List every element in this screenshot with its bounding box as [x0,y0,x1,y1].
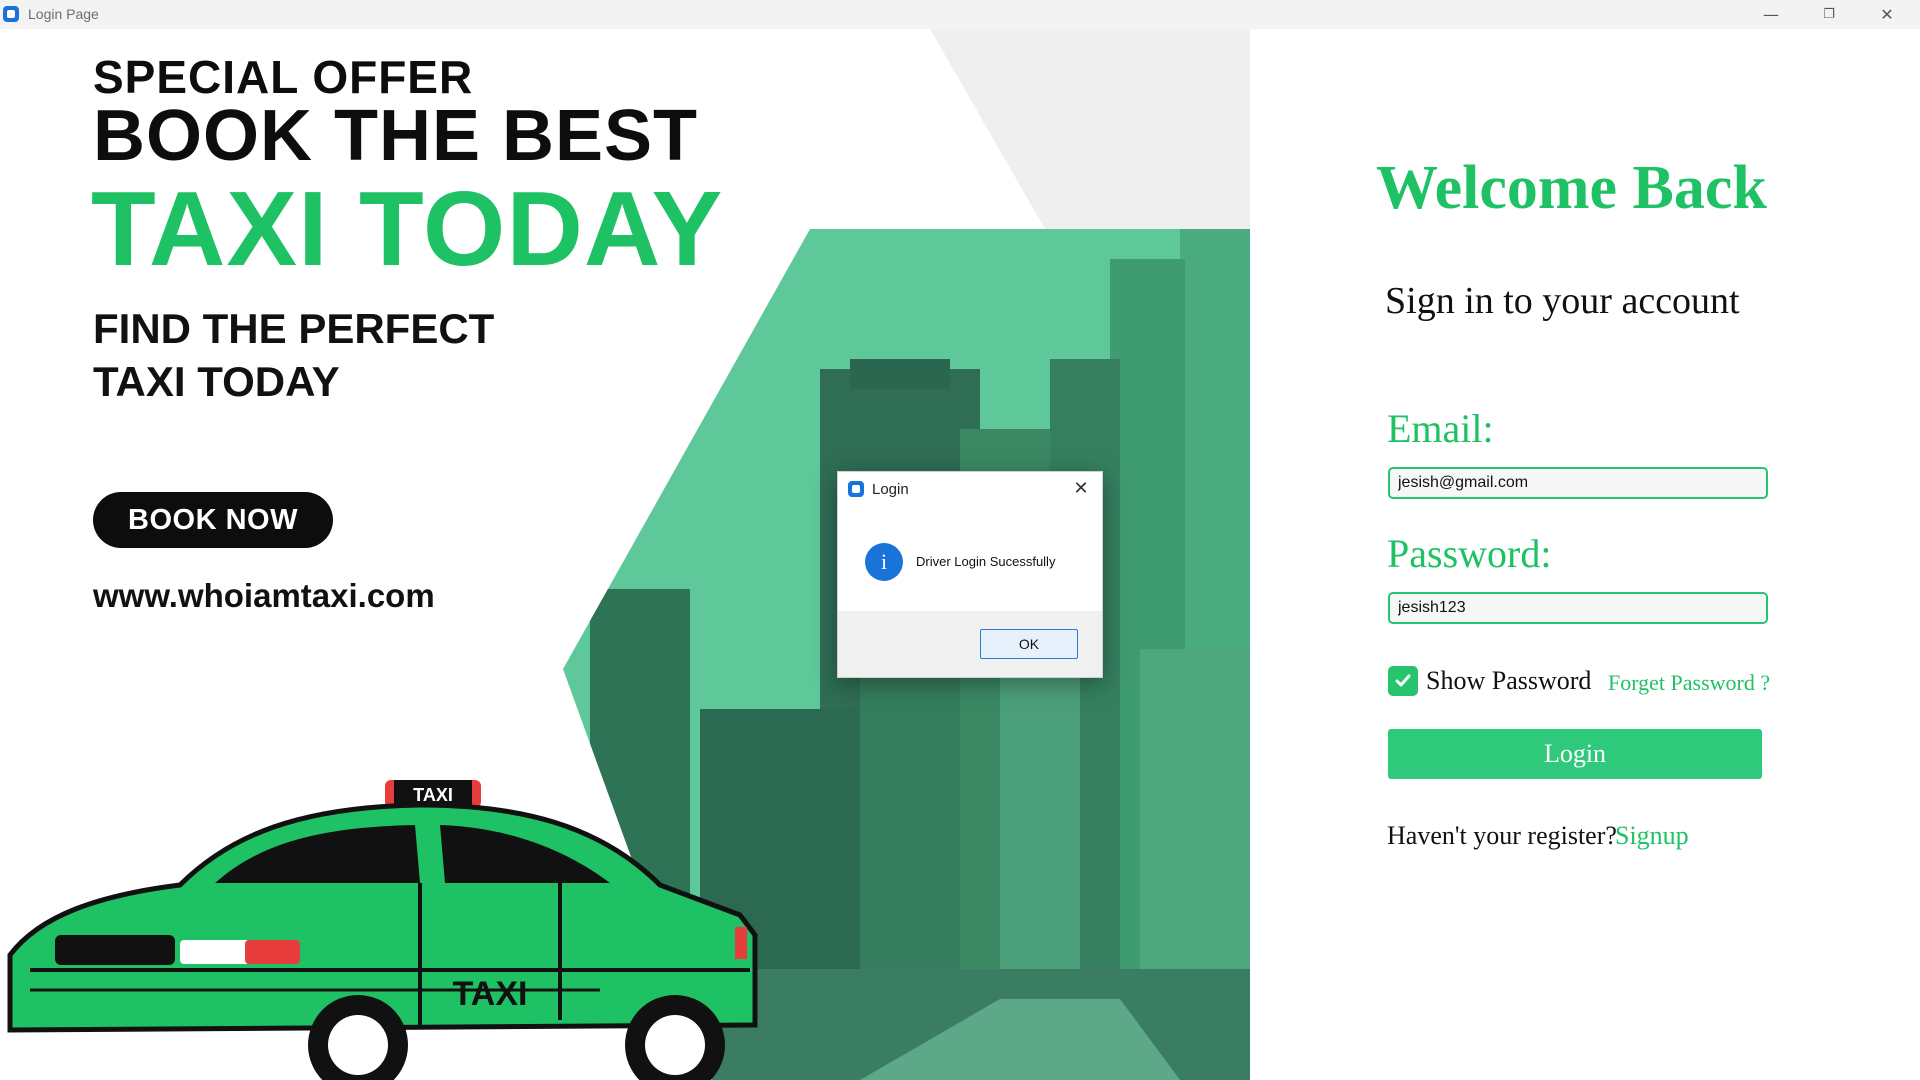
welcome-heading: Welcome Back [1376,154,1767,222]
ok-button[interactable]: OK [980,629,1078,659]
close-button[interactable]: ✕ [1858,0,1916,29]
info-icon: i [865,543,903,581]
taxi-car-illustration: TAXI TAXI [7,780,758,1080]
window-title: Login Page [28,6,99,22]
dialog-body: i Driver Login Sucessfully [838,504,1102,611]
no-account-text: Haven't your register? [1387,821,1617,850]
dialog-title: Login [872,481,909,498]
website-url: www.whoiamtaxi.com [93,577,435,614]
password-field[interactable] [1388,592,1768,624]
show-password-checkbox[interactable] [1388,666,1418,696]
dialog-close-button[interactable]: ✕ [1064,474,1098,502]
login-panel: Welcome Back Sign in to your account Ema… [1250,29,1920,1080]
close-icon: ✕ [1880,5,1894,24]
restore-button[interactable]: ❐ [1800,0,1858,29]
email-label: Email: [1387,406,1494,451]
minimize-button[interactable]: — [1742,0,1800,29]
taxi-today-heading: TAXI TODAY [91,170,724,288]
grey-corner-shape [930,29,1250,229]
book-the-best-heading: BOOK THE BEST [93,96,699,176]
forget-password-link[interactable]: Forget Password ? [1608,670,1770,696]
dialog-footer: OK [838,611,1102,677]
dialog-message: Driver Login Sucessfully [916,554,1056,569]
minimize-icon: — [1763,5,1779,24]
password-label: Password: [1387,531,1552,576]
taxi-roof-sign: TAXI [413,785,453,805]
login-button[interactable]: Login [1388,729,1762,779]
book-now-button: BOOK NOW [93,492,333,548]
dialog-titlebar: Login ✕ [838,472,1102,504]
checkmark-icon [1395,674,1411,687]
show-password-label[interactable]: Show Password [1426,666,1591,696]
find-perfect-line-2: TAXI TODAY [93,358,340,405]
taxi-door-text: TAXI [453,975,528,1013]
close-icon: ✕ [1073,477,1089,499]
restore-icon: ❐ [1823,7,1835,22]
find-perfect-line-1: FIND THE PERFECT [93,305,495,352]
dialog-app-icon [848,481,864,497]
window-titlebar: Login Page — ❐ ✕ [0,0,1920,29]
sign-in-subtitle: Sign in to your account [1385,280,1740,322]
email-field[interactable] [1388,467,1768,499]
signup-link[interactable]: Signup [1615,821,1689,851]
app-icon [3,6,19,22]
login-success-dialog: Login ✕ i Driver Login Sucessfully OK [837,471,1103,678]
